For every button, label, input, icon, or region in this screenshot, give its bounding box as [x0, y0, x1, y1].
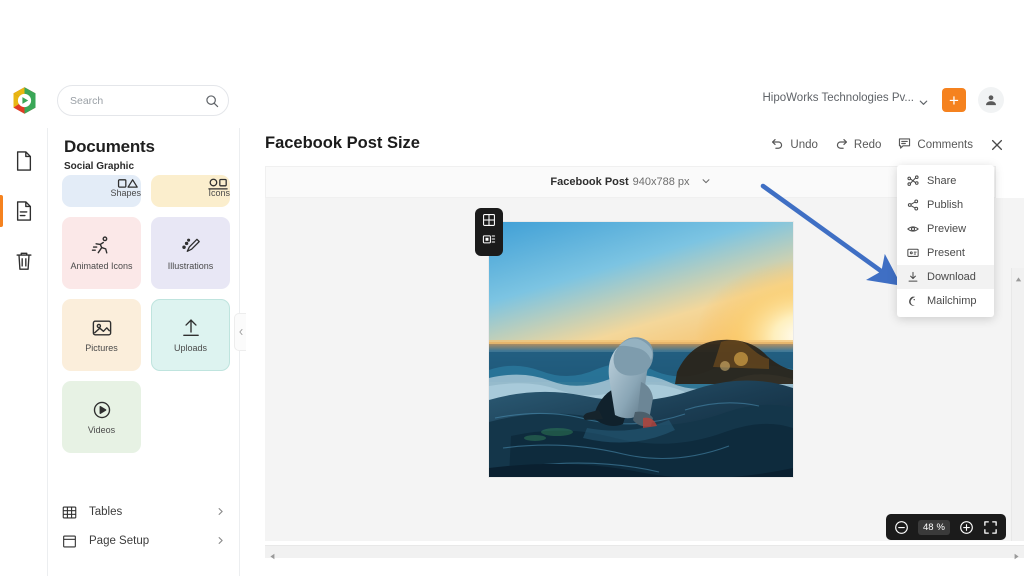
publish-share-icon	[906, 199, 919, 211]
asset-card-label: Pictures	[85, 342, 118, 353]
table-grid-icon	[62, 505, 79, 520]
menu-item-label: Download	[927, 271, 976, 283]
zoom-level-value: 48	[922, 521, 934, 533]
zoom-value-field[interactable]: 48 %	[917, 519, 950, 535]
canvas-size-selector[interactable]: Facebook Post 940x788 px	[265, 166, 996, 198]
zoom-out-icon[interactable]	[894, 520, 909, 535]
add-new-button[interactable]: +	[942, 88, 966, 112]
search-icon	[205, 94, 219, 108]
chevron-right-icon	[216, 532, 226, 550]
asset-card-label: Videos	[87, 424, 116, 435]
page-setup-icon	[62, 534, 79, 549]
menu-item-label: Mailchimp	[927, 295, 977, 307]
rail-item-documents[interactable]	[0, 186, 48, 236]
menu-item-preview[interactable]: Preview	[897, 217, 994, 241]
close-icon[interactable]	[990, 138, 1004, 152]
asset-card-uploads[interactable]: Uploads	[151, 299, 230, 371]
hippo-brand-logo-icon[interactable]	[10, 86, 39, 115]
page-title: Facebook Post Size	[265, 134, 420, 152]
comments-button[interactable]: Comments	[898, 137, 973, 153]
asset-card-videos[interactable]: Videos	[62, 381, 141, 453]
crop-frame-icon[interactable]	[482, 232, 496, 251]
download-arrow-icon	[906, 271, 919, 283]
organization-name[interactable]: HipoWorks Technologies Pv...	[763, 92, 915, 104]
asset-card-shapes[interactable]: Shapes	[62, 175, 141, 207]
panel-title: Documents	[64, 137, 155, 156]
zoom-unit: %	[936, 521, 945, 533]
video-play-icon	[91, 399, 113, 421]
artboard[interactable]	[489, 222, 793, 477]
illustration-pen-icon	[180, 235, 202, 257]
editor-action-bar: Undo Redo Comments	[771, 137, 1004, 153]
panel-row-label: Page Setup	[89, 535, 150, 547]
canvas-photo[interactable]	[489, 222, 793, 477]
panel-subtitle: Social Graphic	[64, 161, 135, 172]
panel-row-label: Tables	[89, 506, 123, 518]
export-dropdown-menu: Share Publish Preview Present Download M…	[897, 165, 994, 317]
search-box[interactable]	[57, 85, 229, 116]
menu-item-label: Publish	[927, 199, 964, 211]
upload-arrow-icon	[180, 317, 202, 339]
canvas-vertical-scrollbar[interactable]	[1011, 268, 1024, 541]
picture-image-icon	[91, 317, 113, 339]
canvas-horizontal-scrollbar[interactable]	[265, 545, 1024, 560]
zoom-control: 48 %	[885, 514, 1006, 540]
menu-item-mailchimp[interactable]: Mailchimp	[897, 289, 994, 313]
redo-button[interactable]: Redo	[835, 137, 882, 153]
asset-card-grid: Shapes Icons Animated Icons Illustration…	[62, 175, 230, 453]
asset-card-animated-icons[interactable]: Animated Icons	[62, 217, 141, 289]
left-panel: Documents Social Graphic Shapes Icons An…	[48, 128, 240, 576]
menu-item-present[interactable]: Present	[897, 241, 994, 265]
panel-row-tables[interactable]: Tables	[48, 497, 239, 527]
undo-arrow-icon	[771, 137, 784, 153]
size-dimensions: 940x788 px	[632, 176, 690, 188]
mailchimp-icon	[906, 295, 919, 307]
presentation-screen-icon	[906, 247, 919, 259]
menu-item-label: Present	[927, 247, 965, 259]
undo-button[interactable]: Undo	[771, 137, 818, 153]
app-root: HipoWorks Technologies Pv... +	[0, 0, 1024, 576]
comments-label: Comments	[917, 139, 973, 151]
grid-layout-icon[interactable]	[482, 213, 496, 232]
left-icon-rail	[0, 128, 48, 576]
scroll-left-icon[interactable]	[268, 548, 277, 560]
redo-arrow-icon	[835, 137, 848, 153]
scroll-up-icon[interactable]	[1014, 271, 1023, 282]
panel-collapse-handle[interactable]	[234, 313, 246, 351]
comment-bubble-icon	[898, 137, 911, 153]
redo-label: Redo	[853, 139, 882, 151]
object-floating-toolbar	[475, 208, 503, 256]
menu-item-label: Preview	[927, 223, 967, 235]
running-person-icon	[91, 235, 113, 257]
menu-item-label: Share	[927, 175, 957, 187]
asset-card-label: Illustrations	[167, 260, 214, 271]
panel-row-page-setup[interactable]: Page Setup	[48, 526, 239, 556]
asset-card-label: Shapes	[110, 187, 141, 198]
asset-card-label: Icons	[208, 187, 230, 198]
user-avatar-icon[interactable]	[978, 87, 1004, 113]
scroll-right-icon[interactable]	[1012, 548, 1021, 560]
asset-card-label: Uploads	[173, 342, 208, 353]
rail-item-new-document[interactable]	[0, 136, 48, 186]
rail-item-trash[interactable]	[0, 236, 48, 286]
chevron-down-icon[interactable]	[701, 173, 711, 191]
search-input[interactable]	[70, 94, 205, 107]
share-nodes-icon	[906, 175, 919, 187]
zoom-in-icon[interactable]	[959, 520, 974, 535]
menu-item-publish[interactable]: Publish	[897, 193, 994, 217]
menu-item-download[interactable]: Download	[897, 265, 994, 289]
menu-item-share[interactable]: Share	[897, 169, 994, 193]
size-preset-name: Facebook Post	[550, 176, 629, 188]
asset-card-pictures[interactable]: Pictures	[62, 299, 141, 371]
undo-label: Undo	[790, 139, 818, 151]
eye-preview-icon	[906, 223, 919, 235]
asset-card-illustrations[interactable]: Illustrations	[151, 217, 230, 289]
fit-screen-icon[interactable]	[983, 520, 998, 535]
asset-card-icons[interactable]: Icons	[151, 175, 230, 207]
asset-card-label: Animated Icons	[70, 260, 133, 271]
chevron-down-icon[interactable]	[918, 95, 929, 106]
chevron-right-icon	[216, 503, 226, 521]
